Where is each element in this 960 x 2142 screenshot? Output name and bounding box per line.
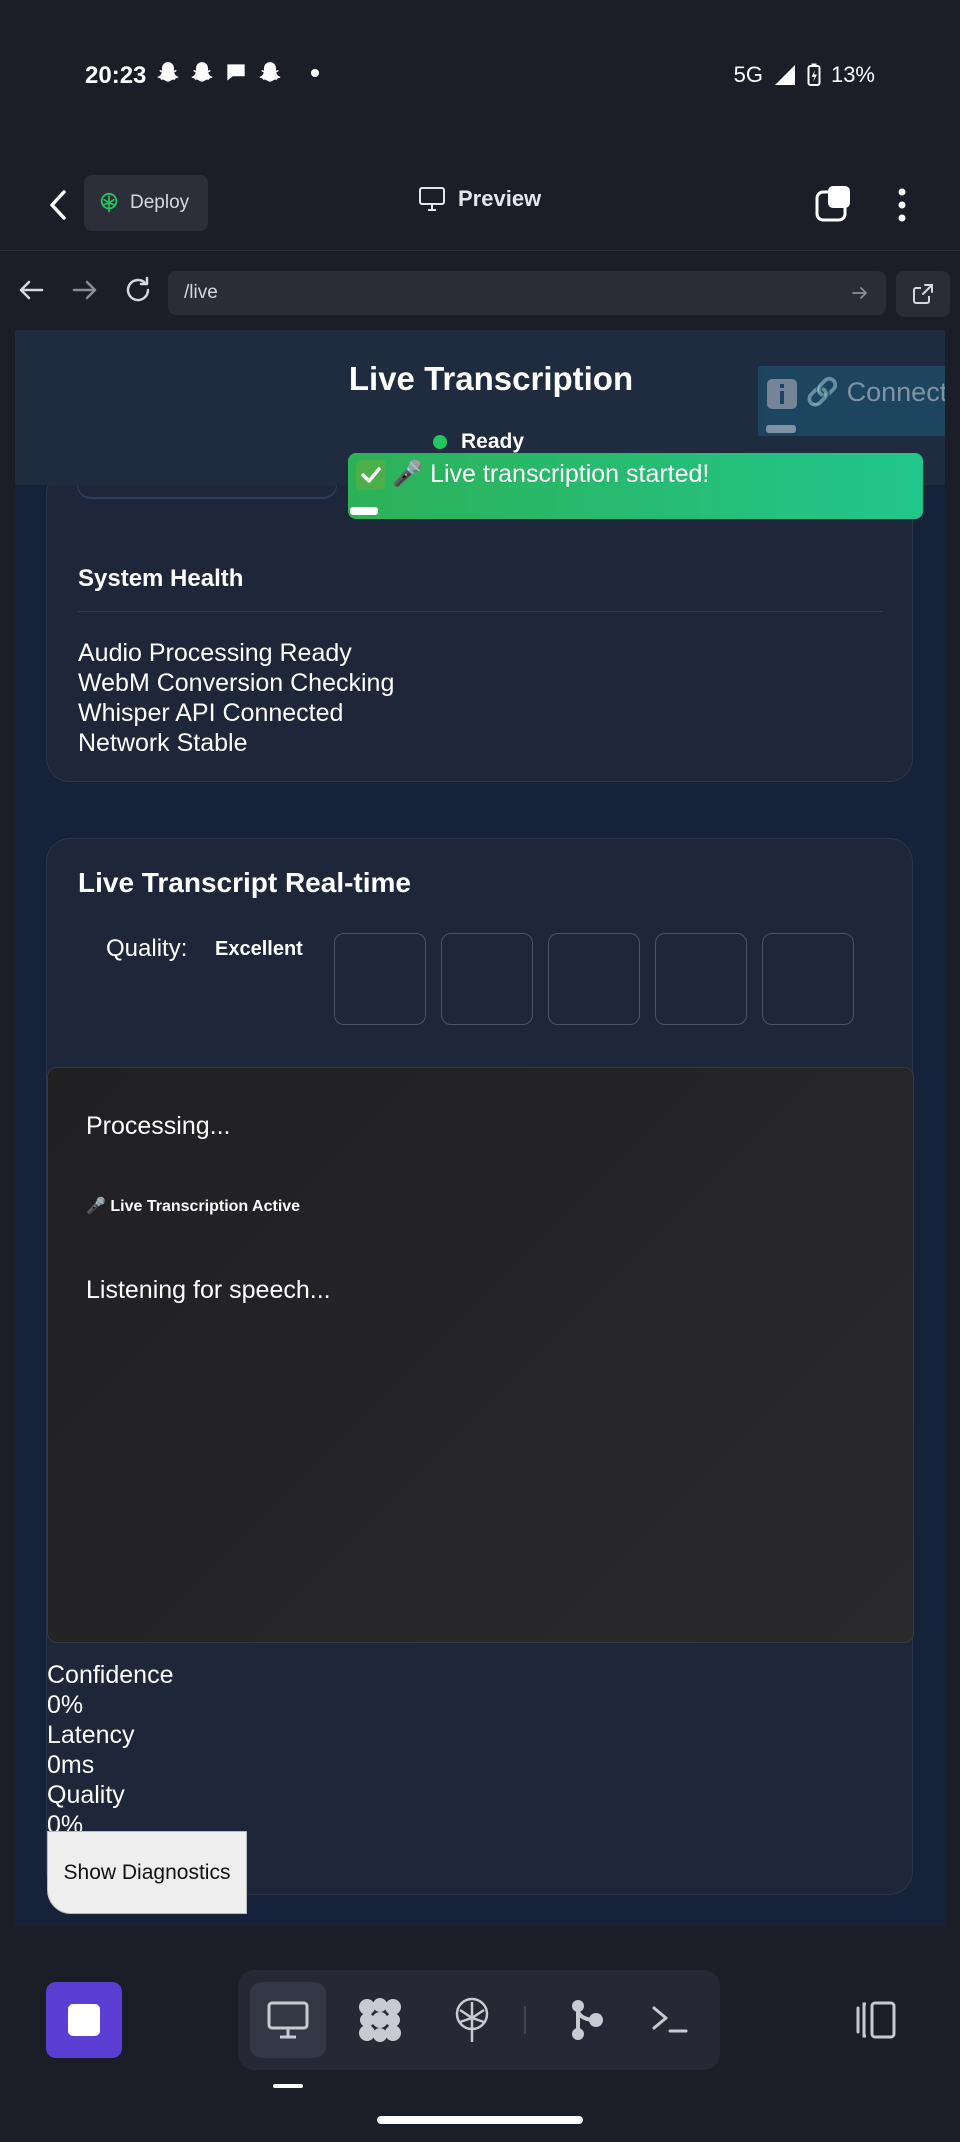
chat-bubble-icon bbox=[227, 64, 245, 81]
live-transcript-card: Live Transcript Real-time Quality: Excel… bbox=[46, 838, 914, 1914]
toast-progress-bar bbox=[350, 507, 378, 515]
browser-forward-icon[interactable] bbox=[68, 273, 102, 307]
tool-separator bbox=[524, 2006, 526, 2034]
success-toast[interactable]: 🎤 Live transcription started! bbox=[348, 453, 923, 519]
deploy-globe-icon bbox=[455, 1997, 489, 2042]
signal-icon bbox=[774, 65, 795, 85]
notification-icons bbox=[155, 60, 319, 86]
show-diagnostics-button[interactable]: Show Diagnostics bbox=[47, 1831, 247, 1914]
battery-icon bbox=[807, 63, 821, 86]
processing-text: Processing... bbox=[86, 1112, 231, 1140]
monitor-icon bbox=[267, 2001, 309, 2039]
status-indicator: Ready bbox=[433, 430, 524, 454]
deploy-label: Deploy bbox=[130, 192, 190, 213]
open-external-button[interactable] bbox=[896, 271, 950, 317]
network-type: 5G bbox=[733, 62, 763, 87]
side-panel-toggle-icon[interactable] bbox=[852, 2000, 898, 2040]
preview-tool-button[interactable] bbox=[250, 1982, 326, 2058]
stop-button[interactable] bbox=[46, 1982, 122, 2058]
app-header: Deploy Preview bbox=[0, 160, 960, 250]
snapchat-icon bbox=[157, 62, 179, 82]
browser-toolbar: /live bbox=[0, 250, 960, 330]
monitor-icon bbox=[419, 187, 445, 211]
terminal-icon bbox=[652, 2006, 688, 2033]
deploy-icon bbox=[100, 192, 118, 213]
deploy-tool-button[interactable] bbox=[434, 1982, 510, 2058]
tool-bar bbox=[238, 1970, 720, 2070]
latency-label: Latency bbox=[47, 1721, 135, 1749]
status-dot bbox=[433, 435, 447, 449]
url-text: /live bbox=[184, 282, 218, 303]
health-item: Network Stable bbox=[78, 729, 248, 757]
active-tab-indicator bbox=[273, 2084, 303, 2088]
check-icon bbox=[356, 460, 386, 491]
status-text: Ready bbox=[461, 430, 525, 453]
listening-text: Listening for speech... bbox=[86, 1276, 331, 1304]
status-time: 20:23 bbox=[85, 62, 147, 89]
quality-meter-box bbox=[762, 933, 854, 1025]
external-link-icon bbox=[913, 284, 933, 304]
stop-icon bbox=[68, 2004, 100, 2036]
quality-meter-box bbox=[334, 933, 426, 1025]
reload-icon[interactable] bbox=[121, 273, 155, 307]
quality-meter-box bbox=[548, 933, 640, 1025]
grid-blob-icon bbox=[359, 1998, 401, 2042]
status-bar: 20:23 5G 13% bbox=[0, 0, 960, 150]
terminal-tool-button[interactable] bbox=[632, 1982, 708, 2058]
quality-meter-box bbox=[441, 933, 533, 1025]
quality-label: Quality: bbox=[106, 935, 188, 962]
battery-level: 13% bbox=[830, 62, 875, 87]
browser-back-icon[interactable] bbox=[14, 273, 48, 307]
preview-label: Preview bbox=[458, 186, 542, 211]
connecting-text: 🔗 Connecting bbox=[805, 377, 945, 407]
snapchat-icon bbox=[259, 62, 281, 82]
more-notifications-dot-icon bbox=[311, 69, 319, 77]
confidence-label: Confidence bbox=[47, 1661, 174, 1689]
confidence-value: 0% bbox=[47, 1691, 84, 1719]
health-item: Audio Processing Ready bbox=[78, 639, 352, 667]
status-right: 5G 13% bbox=[734, 62, 875, 88]
system-health-title: System Health bbox=[78, 565, 244, 592]
snapchat-icon bbox=[191, 62, 213, 82]
apps-tool-button[interactable] bbox=[342, 1982, 418, 2058]
more-options-icon[interactable] bbox=[890, 182, 914, 228]
back-chevron-icon[interactable] bbox=[38, 182, 78, 228]
home-indicator[interactable] bbox=[377, 2116, 583, 2124]
quality-metric-label: Quality bbox=[47, 1781, 125, 1809]
divider bbox=[78, 611, 883, 612]
health-item: WebM Conversion Checking bbox=[78, 669, 395, 697]
url-input[interactable]: /live bbox=[168, 271, 886, 315]
quality-meter-box bbox=[655, 933, 747, 1025]
preview-title: Preview bbox=[418, 186, 541, 212]
go-arrow-icon[interactable] bbox=[850, 283, 870, 303]
info-icon bbox=[767, 378, 797, 409]
live-active-label: 🎤 Live Transcription Active bbox=[86, 1198, 301, 1215]
web-content[interactable]: System Health Audio Processing Ready Web… bbox=[15, 330, 945, 1926]
git-tool-button[interactable] bbox=[548, 1982, 624, 2058]
transcript-title: Live Transcript Real-time bbox=[78, 867, 412, 898]
quality-value: Excellent bbox=[215, 938, 303, 960]
tabs-switcher-icon[interactable] bbox=[814, 184, 854, 224]
git-branch-icon bbox=[572, 2000, 603, 2040]
success-text: 🎤 Live transcription started! bbox=[392, 460, 710, 488]
health-item: Whisper API Connected bbox=[78, 699, 344, 727]
bottom-navigation bbox=[0, 1940, 960, 2142]
latency-value: 0ms bbox=[47, 1751, 95, 1779]
connecting-toast[interactable]: 🔗 Connecting bbox=[758, 366, 945, 436]
deploy-button[interactable]: Deploy bbox=[84, 175, 208, 231]
toast-progress-bar bbox=[766, 425, 796, 433]
transcript-output-panel[interactable]: Processing... 🎤 Live Transcription Activ… bbox=[47, 1067, 914, 1643]
